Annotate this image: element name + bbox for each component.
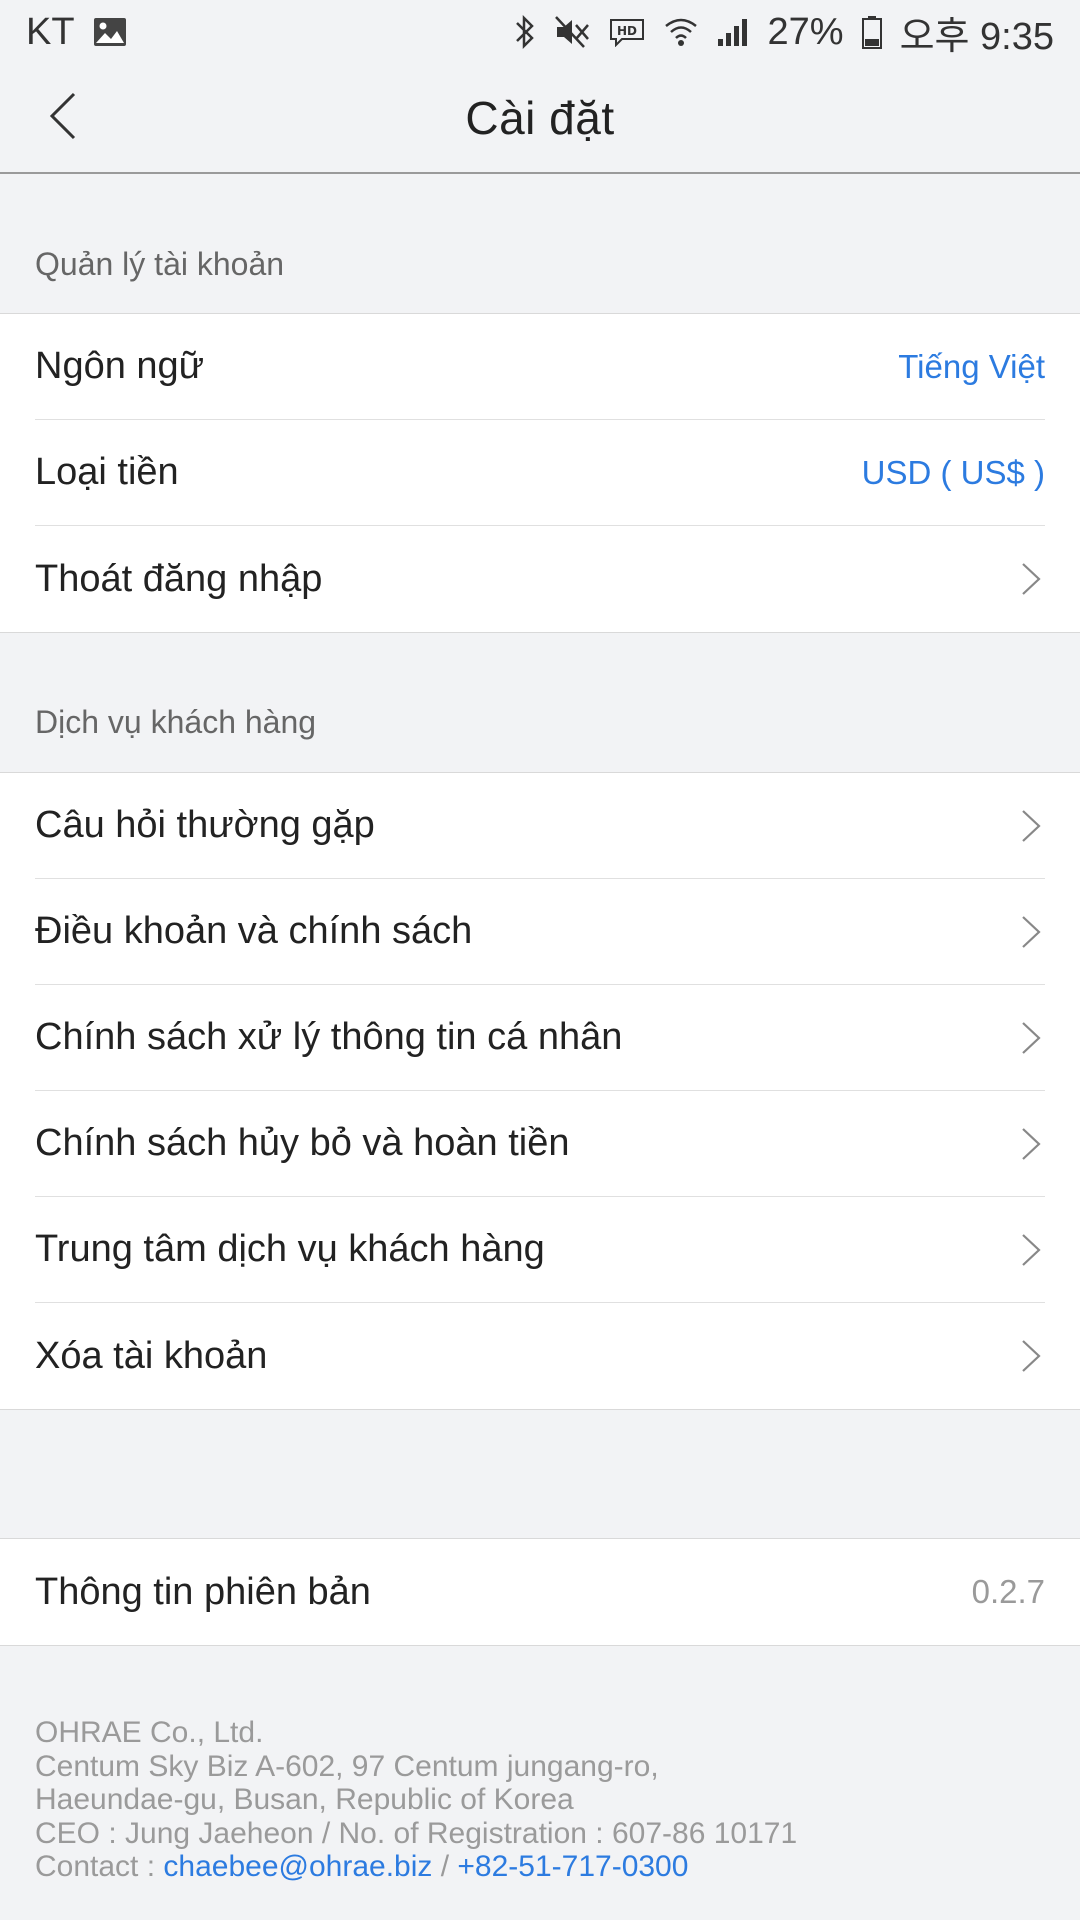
support-center-label: Trung tâm dịch vụ khách hàng — [35, 1228, 545, 1270]
company-name: OHRAE Co., Ltd. — [35, 1716, 264, 1749]
terms-row[interactable]: Điều khoản và chính sách — [35, 879, 1045, 985]
battery-icon — [861, 15, 882, 49]
signal-icon — [716, 17, 750, 47]
chevron-right-icon — [1017, 1018, 1045, 1058]
language-value: Tiếng Việt — [898, 347, 1045, 385]
back-button[interactable] — [30, 86, 94, 150]
contact-phone-link[interactable]: +82-51-717-0300 — [457, 1850, 688, 1883]
logout-label: Thoát đăng nhập — [35, 557, 323, 600]
clock: 오후 9:35 — [899, 15, 1054, 58]
contact-email-link[interactable]: chaebee@ohrae.biz — [163, 1850, 432, 1883]
faq-row[interactable]: Câu hỏi thường gặp — [35, 773, 1045, 879]
mute-icon — [554, 15, 590, 49]
version-group: Thông tin phiên bản 0.2.7 — [0, 1538, 1080, 1646]
terms-label: Điều khoản và chính sách — [35, 910, 473, 952]
page-title: Cài đặt — [465, 92, 615, 144]
support-group: Câu hỏi thường gặp Điều khoản và chính s… — [0, 772, 1080, 1410]
privacy-row[interactable]: Chính sách xử lý thông tin cá nhân — [35, 985, 1045, 1091]
company-address-line1: Centum Sky Biz A-602, 97 Centum jungang-… — [35, 1749, 659, 1783]
chevron-right-icon — [1017, 1230, 1045, 1270]
chevron-right-icon — [1017, 1336, 1045, 1376]
support-center-row[interactable]: Trung tâm dịch vụ khách hàng — [35, 1197, 1045, 1303]
refund-row[interactable]: Chính sách hủy bỏ và hoàn tiền — [35, 1091, 1045, 1197]
hd-icon: HD — [608, 17, 646, 47]
svg-text:HD: HD — [616, 24, 636, 38]
carrier-label: KT — [26, 10, 75, 53]
currency-label: Loại tiền — [35, 451, 179, 493]
account-group: Ngôn ngữ Tiếng Việt Loại tiền USD ( US$ … — [0, 313, 1080, 633]
battery-percent: 27% — [767, 10, 844, 53]
chevron-right-icon — [1017, 1124, 1045, 1164]
company-contact: Contact : chaebee@ohrae.biz / +82-51-717… — [35, 1850, 1045, 1884]
image-icon — [93, 17, 127, 47]
chevron-right-icon — [1017, 912, 1045, 952]
status-bar: KT HD 27% 오후 9:35 — [0, 0, 1080, 64]
chevron-left-icon — [44, 90, 80, 147]
bluetooth-icon — [514, 14, 536, 50]
privacy-label: Chính sách xử lý thông tin cá nhân — [35, 1016, 623, 1058]
version-value: 0.2.7 — [971, 1573, 1045, 1610]
wifi-icon — [664, 16, 698, 48]
refund-label: Chính sách hủy bỏ và hoàn tiền — [35, 1122, 570, 1164]
delete-account-row[interactable]: Xóa tài khoản — [35, 1303, 1045, 1409]
language-row[interactable]: Ngôn ngữ Tiếng Việt — [35, 314, 1045, 420]
company-footer: OHRAE Co., Ltd. Centum Sky Biz A-602, 97… — [35, 1716, 1045, 1884]
app-bar: Cài đặt — [0, 64, 1080, 174]
chevron-right-icon — [1017, 806, 1045, 846]
version-label: Thông tin phiên bản — [35, 1570, 371, 1613]
section-title-support: Dịch vụ khách hàng — [35, 704, 317, 740]
company-address-line2: Haeundae-gu, Busan, Republic of Korea — [35, 1783, 574, 1816]
delete-account-label: Xóa tài khoản — [35, 1334, 268, 1377]
language-label: Ngôn ngữ — [35, 345, 205, 387]
chevron-right-icon — [1017, 559, 1045, 599]
faq-label: Câu hỏi thường gặp — [35, 804, 375, 846]
logout-row[interactable]: Thoát đăng nhập — [35, 526, 1045, 632]
currency-row[interactable]: Loại tiền USD ( US$ ) — [35, 420, 1045, 526]
currency-value: USD ( US$ ) — [861, 453, 1045, 491]
contact-prefix: Contact : — [35, 1850, 164, 1883]
contact-separator: / — [432, 1850, 458, 1883]
section-title-account: Quản lý tài khoản — [35, 246, 285, 282]
version-row: Thông tin phiên bản 0.2.7 — [35, 1539, 1045, 1645]
company-ceo-registration: CEO : Jung Jaeheon / No. of Registration… — [35, 1816, 798, 1850]
